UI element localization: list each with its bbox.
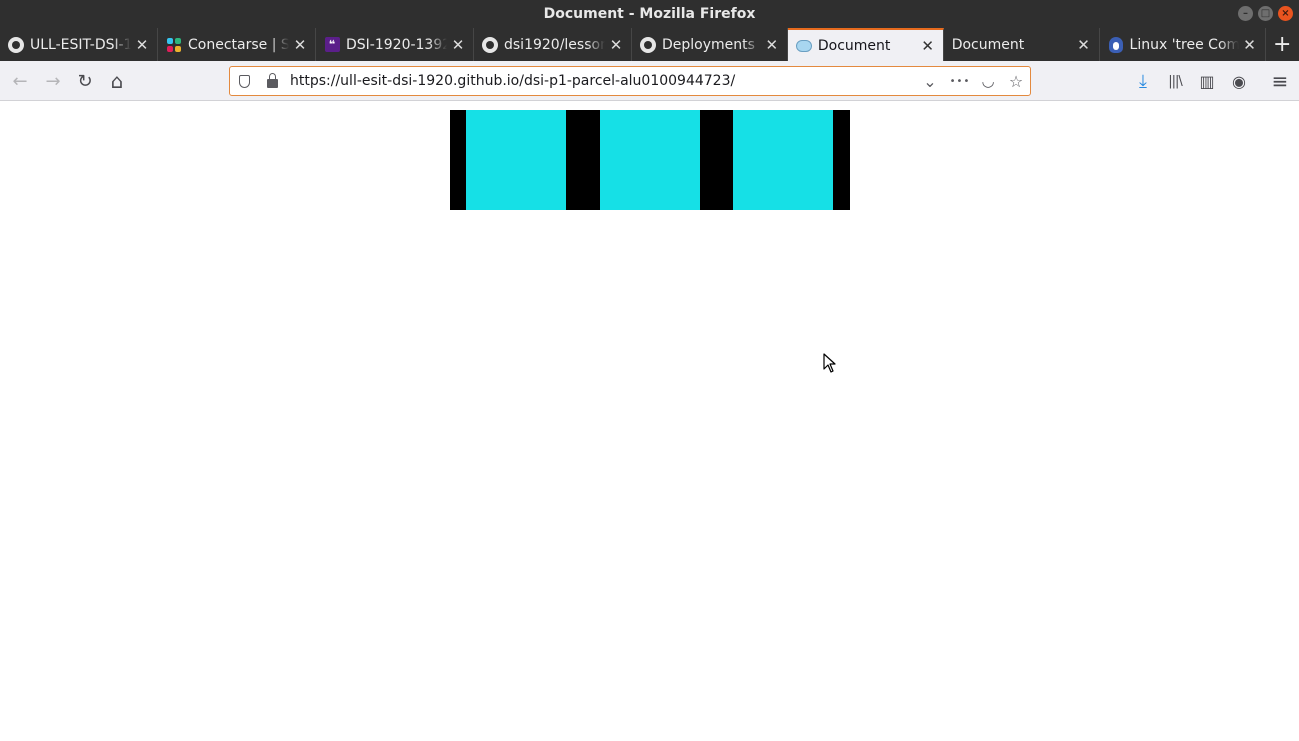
tab-document-active[interactable]: Document ✕: [787, 28, 944, 61]
tab-deployments[interactable]: Deployments ✕: [632, 28, 788, 61]
cyan-block-3: [733, 110, 833, 210]
close-window-button[interactable]: ×: [1278, 6, 1293, 21]
url-bar[interactable]: https://ull-esit-dsi-1920.github.io/dsi-…: [229, 66, 1031, 96]
tab-label: Deployments: [662, 36, 755, 53]
tab-label: Document: [951, 36, 1025, 53]
tab-close-button[interactable]: ✕: [921, 37, 935, 55]
back-button[interactable]: ←: [8, 69, 32, 93]
tab-slack[interactable]: Conectarse | Slack ✕: [158, 28, 316, 61]
maximize-button[interactable]: □: [1258, 6, 1273, 21]
reload-button[interactable]: ↻: [73, 69, 97, 93]
cyan-block-1: [466, 110, 566, 210]
cloud-icon: [795, 38, 812, 54]
account-icon[interactable]: ◉: [1227, 69, 1251, 93]
new-tab-button[interactable]: +: [1266, 28, 1299, 61]
home-button[interactable]: ⌂: [105, 69, 129, 93]
tab-linux-tree[interactable]: Linux 'tree Command ✕: [1100, 28, 1266, 61]
slack-icon: [166, 37, 182, 53]
tab-close-button[interactable]: ✕: [135, 36, 149, 54]
tab-label: dsi1920/lessons: [504, 36, 605, 53]
navigation-toolbar: ← → ↻ ⌂ https://ull-esit-dsi-1920.github…: [0, 61, 1299, 101]
window-titlebar: Document - Mozilla Firefox – □ ×: [0, 0, 1299, 28]
github-icon: [482, 36, 498, 53]
tab-close-button[interactable]: ✕: [293, 36, 307, 54]
sidebar-icon[interactable]: ▥: [1195, 69, 1219, 93]
bookmark-star-icon[interactable]: ☆: [1007, 72, 1025, 91]
mouse-pointer-icon: [823, 353, 836, 373]
tab-close-button[interactable]: ✕: [1077, 36, 1091, 54]
tab-close-button[interactable]: ✕: [765, 36, 779, 54]
quote-icon: ❝: [324, 37, 340, 53]
minimize-button[interactable]: –: [1238, 6, 1253, 21]
tab-label: Linux 'tree Command: [1129, 36, 1239, 53]
chevron-down-icon[interactable]: ⌄: [921, 72, 939, 91]
black-container: [450, 110, 850, 210]
tab-dsi-1920[interactable]: ❝ DSI-1920-1392 ✕: [316, 28, 474, 61]
tab-label: DSI-1920-1392: [346, 36, 447, 53]
pocket-icon[interactable]: ◡: [979, 72, 997, 90]
page-content: [0, 102, 1299, 741]
forward-button[interactable]: →: [41, 69, 65, 93]
downloads-icon[interactable]: ⤓: [1131, 69, 1155, 93]
more-actions-icon[interactable]: •••: [949, 72, 971, 90]
github-icon: [640, 36, 656, 53]
tab-strip: ULL-ESIT-DSI-1920 ✕ Conectarse | Slack ✕…: [0, 28, 1299, 61]
tab-close-button[interactable]: ✕: [451, 36, 465, 54]
tab-ull-esit-dsi[interactable]: ULL-ESIT-DSI-1920 ✕: [0, 28, 158, 61]
shield-icon[interactable]: [235, 72, 253, 90]
tab-dsi1920-lessons[interactable]: dsi1920/lessons ✕: [474, 28, 632, 61]
tab-close-button[interactable]: ✕: [1243, 36, 1257, 54]
hamburger-menu-icon[interactable]: ≡: [1268, 69, 1292, 93]
window-controls: – □ ×: [1238, 6, 1293, 21]
window-title: Document - Mozilla Firefox: [543, 6, 756, 22]
url-text[interactable]: https://ull-esit-dsi-1920.github.io/dsi-…: [290, 73, 735, 89]
cyan-block-2: [600, 110, 700, 210]
tab-label: Document: [817, 37, 891, 54]
tab-label: Conectarse | Slack: [188, 36, 289, 53]
library-icon[interactable]: |||\: [1163, 69, 1187, 93]
github-icon: [8, 36, 24, 53]
tab-document[interactable]: Document ✕: [944, 28, 1100, 61]
lock-icon[interactable]: [263, 72, 281, 90]
tab-label: ULL-ESIT-DSI-1920: [30, 36, 131, 53]
tab-close-button[interactable]: ✕: [609, 36, 623, 54]
tux-icon: [1108, 36, 1124, 53]
